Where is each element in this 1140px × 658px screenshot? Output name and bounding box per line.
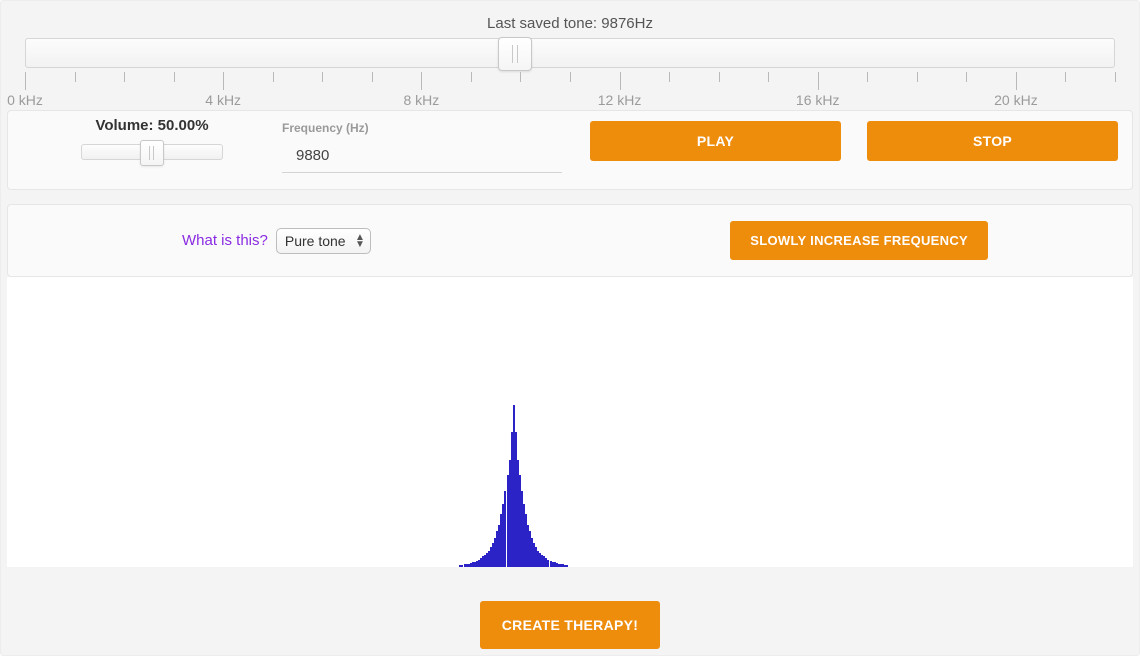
last-saved-tone: Last saved tone: 9876Hz (7, 1, 1133, 38)
frequency-input-column: Frequency (Hz) (282, 111, 562, 173)
tone-type-control: What is this? Pure tone ▲▼ (182, 228, 371, 254)
ruler-label: 4 kHz (205, 92, 241, 108)
saved-tone-prefix: Last saved tone: (487, 15, 601, 32)
frequency-input-label: Frequency (Hz) (282, 121, 562, 135)
ruler-label: 20 kHz (994, 92, 1038, 108)
tone-type-select-wrap[interactable]: Pure tone ▲▼ (276, 228, 371, 254)
spectrum-chart (7, 277, 1133, 567)
controls-panel: Volume: 50.00% Frequency (Hz) PLAY STOP (7, 110, 1133, 190)
frequency-ruler: 0 kHz 4 kHz 8 kHz 12 kHz 16 kHz 20 kHz (7, 72, 1133, 110)
ruler-label: 0 kHz (7, 92, 43, 108)
tone-type-select[interactable]: Pure tone (276, 228, 371, 254)
ruler-label: 16 kHz (796, 92, 840, 108)
frequency-input[interactable] (282, 139, 562, 173)
frequency-slider[interactable]: 0 kHz 4 kHz 8 kHz 12 kHz 16 kHz 20 kHz (7, 38, 1133, 110)
volume-slider[interactable] (81, 144, 223, 160)
play-button[interactable]: PLAY (590, 121, 841, 161)
volume-label: Volume: 50.00% (22, 117, 282, 134)
app-container: Last saved tone: 9876Hz 0 kHz 4 kHz 8 kHz 1… (0, 0, 1140, 656)
footer: CREATE THERAPY! (7, 567, 1133, 649)
saved-tone-value: 9876 (601, 15, 634, 32)
stop-button[interactable]: STOP (867, 121, 1118, 161)
saved-tone-suffix: Hz (635, 15, 653, 32)
tone-type-panel: What is this? Pure tone ▲▼ SLOWLY INCREA… (7, 204, 1133, 277)
slow-increase-button[interactable]: SLOWLY INCREASE FREQUENCY (730, 221, 988, 260)
volume-slider-thumb[interactable] (140, 140, 164, 166)
volume-column: Volume: 50.00% (22, 111, 282, 160)
frequency-slider-track[interactable] (25, 38, 1115, 68)
tone-type-label: What is this? (182, 232, 268, 249)
frequency-slider-thumb[interactable] (498, 37, 532, 71)
ruler-label: 12 kHz (598, 92, 642, 108)
create-therapy-button[interactable]: CREATE THERAPY! (480, 601, 660, 649)
spectrum-bars (7, 277, 1133, 567)
ruler-label: 8 kHz (403, 92, 439, 108)
play-stop-buttons: PLAY STOP (562, 111, 1118, 161)
